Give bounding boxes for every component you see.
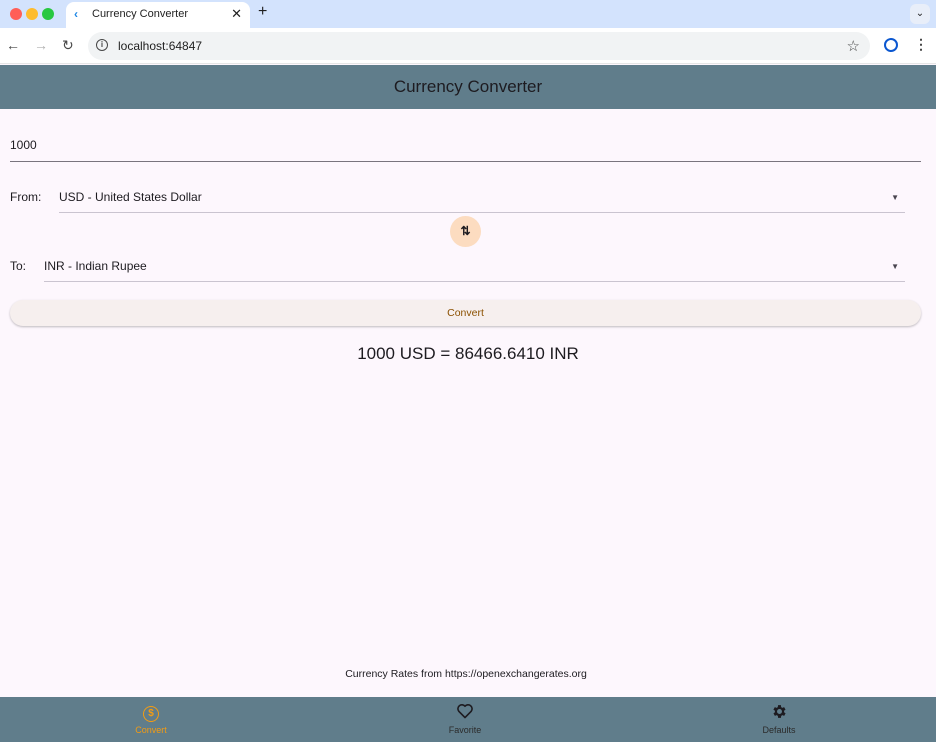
back-arrow-icon[interactable]: ← (6, 37, 20, 53)
gear-icon (679, 703, 879, 725)
swap-vertical-icon: ⇅ (460, 224, 471, 238)
tab-title: Currency Converter (92, 8, 188, 20)
from-currency-dropdown[interactable]: USD - United States Dollar ▼ (59, 187, 905, 213)
profile-icon[interactable] (884, 38, 898, 52)
tab-search-button[interactable]: ⌄ (910, 4, 930, 24)
bottom-navigation-bar: $ Convert Favorite Defaults (0, 697, 936, 742)
site-info-icon[interactable]: i (96, 39, 108, 51)
from-label: From: (10, 190, 42, 204)
nav-item-favorite[interactable]: Favorite (365, 697, 565, 742)
window-close-button[interactable] (10, 8, 22, 20)
window-minimize-button[interactable] (26, 8, 38, 20)
nav-label-defaults: Defaults (762, 725, 796, 735)
nav-label-favorite: Favorite (448, 725, 482, 735)
rates-source-note: Currency Rates from https://openexchange… (345, 668, 587, 680)
heart-icon (365, 703, 565, 724)
dollar-circle-icon: $ (51, 703, 251, 722)
convert-button[interactable]: Convert (10, 300, 921, 326)
to-currency-value: INR - Indian Rupee (44, 259, 147, 273)
browser-toolbar: ← → ↻ i localhost:64847 ☆ (0, 28, 936, 64)
page-title: Currency Converter (393, 77, 543, 96)
url-text[interactable]: localhost:64847 (118, 39, 202, 53)
to-currency-dropdown[interactable]: INR - Indian Rupee ▼ (44, 256, 905, 282)
new-tab-button[interactable]: + (258, 3, 267, 21)
amount-input[interactable]: 1000 (10, 132, 921, 162)
address-bar[interactable]: i localhost:64847 ☆ (88, 32, 870, 60)
tab-close-icon[interactable]: ✕ (231, 6, 242, 22)
browser-tab[interactable]: ‹ Currency Converter ✕ (66, 2, 250, 28)
nav-item-defaults[interactable]: Defaults (679, 697, 879, 742)
forward-arrow-icon[interactable]: → (34, 37, 48, 53)
browser-menu-icon[interactable]: ⋮ (914, 36, 928, 53)
bookmark-star-icon[interactable]: ☆ (847, 37, 860, 55)
flutter-favicon-icon: ‹ (74, 7, 78, 21)
browser-tab-bar: ‹ Currency Converter ✕ + ⌄ (0, 0, 936, 28)
from-currency-value: USD - United States Dollar (59, 190, 202, 204)
reload-icon[interactable]: ↻ (62, 37, 74, 54)
nav-label-convert: Convert (135, 725, 167, 735)
swap-currencies-button[interactable]: ⇅ (450, 216, 481, 247)
conversion-result: 1000 USD = 86466.6410 INR (357, 344, 579, 363)
dropdown-arrow-icon: ▼ (891, 262, 899, 271)
amount-value[interactable]: 1000 (10, 138, 37, 152)
nav-item-convert[interactable]: $ Convert (51, 697, 251, 742)
window-maximize-button[interactable] (42, 8, 54, 20)
app-bar: Currency Converter (0, 65, 936, 109)
dropdown-arrow-icon: ▼ (891, 193, 899, 202)
to-label: To: (10, 259, 27, 273)
